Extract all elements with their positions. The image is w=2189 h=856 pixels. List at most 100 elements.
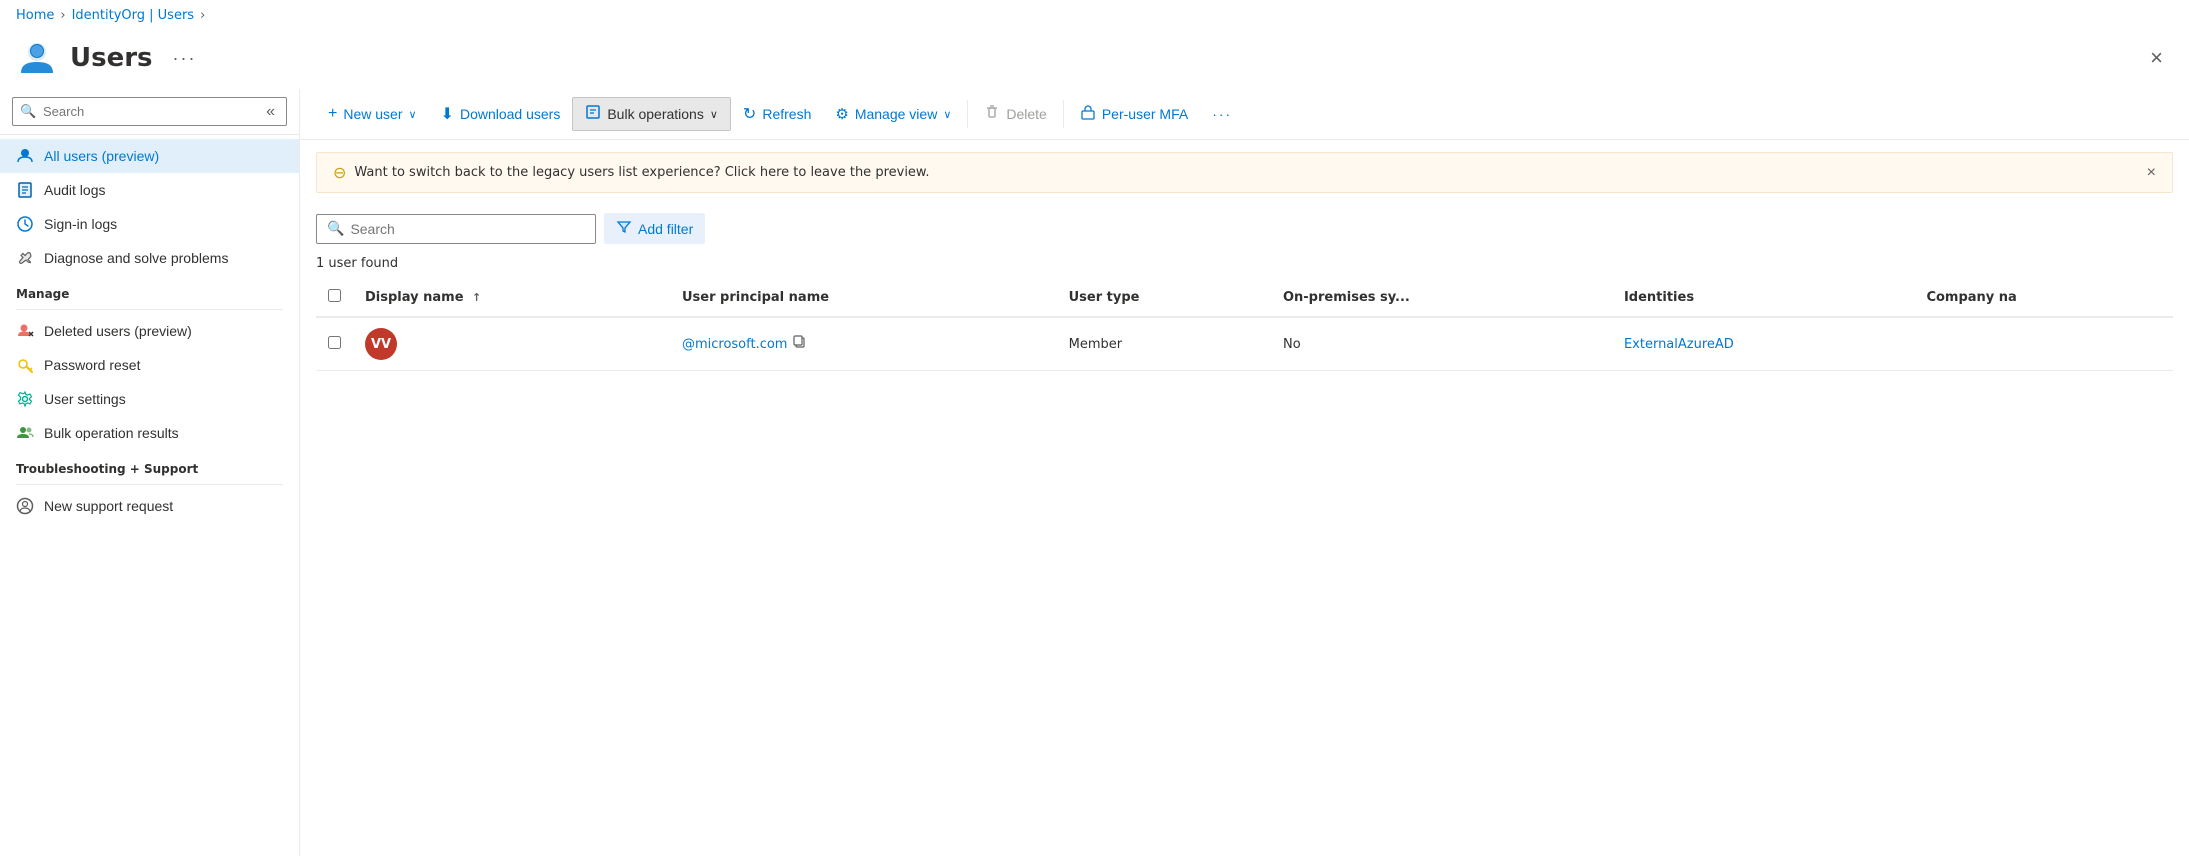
- refresh-circle-icon: [16, 215, 34, 233]
- sidebar-nav: All users (preview) Audit logs Sign-in l…: [0, 135, 299, 527]
- download-icon: ⬇: [441, 104, 454, 124]
- person-circle-icon: [16, 497, 34, 515]
- sidebar-item-deleted-users-label: Deleted users (preview): [44, 323, 192, 339]
- refresh-icon: ↻: [743, 104, 756, 124]
- toolbar-more-button[interactable]: ···: [1200, 100, 1244, 128]
- search-filter-row: 🔍 Add filter: [300, 205, 2189, 252]
- sidebar-item-sign-in-logs-label: Sign-in logs: [44, 216, 117, 232]
- result-count: 1 user found: [300, 252, 2189, 279]
- sidebar: 🔍 « All users (preview): [0, 89, 300, 856]
- bulk-ops-icon: [585, 104, 601, 124]
- table-row: VV @microsoft.com: [316, 317, 2173, 371]
- per-user-mfa-button[interactable]: Per-user MFA: [1068, 98, 1200, 130]
- sidebar-search-icon: 🔍: [20, 104, 36, 119]
- on-premises-cell: No: [1271, 317, 1612, 371]
- page-title: Users: [70, 43, 153, 73]
- toolbar-divider-2: [1063, 100, 1064, 128]
- breadcrumb: Home › IdentityOrg | Users ›: [0, 0, 2189, 31]
- identities-cell: ExternalAzureAD: [1612, 317, 1915, 371]
- manage-view-button[interactable]: ⚙ Manage view ∨: [823, 99, 963, 129]
- sidebar-divider-manage: [16, 309, 283, 310]
- sidebar-collapse-button[interactable]: «: [266, 103, 275, 121]
- banner: ⊖ Want to switch back to the legacy user…: [316, 152, 2173, 193]
- document-icon: [16, 181, 34, 199]
- refresh-button[interactable]: ↻ Refresh: [731, 98, 823, 130]
- wrench-icon: [16, 249, 34, 267]
- select-all-header: [316, 279, 353, 317]
- user-type-cell: Member: [1057, 317, 1271, 371]
- close-button[interactable]: ×: [2140, 41, 2173, 75]
- users-table: Display name ↑ User principal name User …: [316, 279, 2173, 371]
- manage-view-chevron-icon: ∨: [943, 108, 951, 121]
- plus-icon: +: [328, 105, 337, 123]
- display-name-cell: VV: [353, 317, 670, 371]
- breadcrumb-home[interactable]: Home: [16, 8, 54, 23]
- sidebar-item-password-reset-label: Password reset: [44, 357, 140, 373]
- settings-icon: [16, 390, 34, 408]
- upn-link[interactable]: @microsoft.com: [682, 337, 788, 352]
- col-user-type: User type: [1057, 279, 1271, 317]
- users-table-container: Display name ↑ User principal name User …: [300, 279, 2189, 856]
- sidebar-item-user-settings-label: User settings: [44, 391, 126, 407]
- gear-icon: ⚙: [835, 105, 848, 123]
- download-users-button[interactable]: ⬇ Download users: [429, 98, 573, 130]
- page-more-button[interactable]: ···: [165, 44, 205, 73]
- sidebar-item-bulk-results[interactable]: Bulk operation results: [0, 416, 299, 450]
- delete-icon: [984, 104, 1000, 124]
- col-upn: User principal name: [670, 279, 1057, 317]
- select-all-checkbox[interactable]: [328, 289, 341, 302]
- sidebar-search-input[interactable]: [12, 97, 287, 126]
- person-icon: [16, 147, 34, 165]
- breadcrumb-sep-2: ›: [200, 8, 205, 23]
- company-name-cell: [1914, 317, 2173, 371]
- sidebar-item-diagnose[interactable]: Diagnose and solve problems: [0, 241, 299, 275]
- sidebar-item-diagnose-label: Diagnose and solve problems: [44, 250, 228, 266]
- banner-warning-icon: ⊖: [333, 163, 346, 182]
- col-company-name: Company na: [1914, 279, 2173, 317]
- sidebar-item-sign-in-logs[interactable]: Sign-in logs: [0, 207, 299, 241]
- sidebar-item-user-settings[interactable]: User settings: [0, 382, 299, 416]
- avatar: VV: [365, 328, 397, 360]
- new-user-chevron-icon: ∨: [408, 108, 416, 121]
- sidebar-item-all-users[interactable]: All users (preview): [0, 139, 299, 173]
- breadcrumb-sep-1: ›: [60, 8, 65, 23]
- banner-text[interactable]: Want to switch back to the legacy users …: [354, 165, 929, 180]
- sidebar-item-all-users-label: All users (preview): [44, 148, 159, 164]
- mfa-icon: [1080, 104, 1096, 124]
- people-icon: [16, 424, 34, 442]
- row-checkbox[interactable]: [328, 336, 341, 349]
- sidebar-item-bulk-results-label: Bulk operation results: [44, 425, 179, 441]
- row-checkbox-cell: [316, 317, 353, 371]
- search-icon: 🔍: [327, 221, 344, 237]
- sidebar-divider-troubleshoot: [16, 484, 283, 485]
- sidebar-item-password-reset[interactable]: Password reset: [0, 348, 299, 382]
- delete-button[interactable]: Delete: [972, 98, 1058, 130]
- add-filter-button[interactable]: Add filter: [604, 213, 705, 244]
- breadcrumb-identity-org[interactable]: IdentityOrg | Users: [72, 8, 194, 23]
- content-area: + New user ∨ ⬇ Download users Bulk opera…: [300, 89, 2189, 856]
- page-icon: [16, 37, 58, 79]
- upn-cell: @microsoft.com: [670, 317, 1057, 371]
- toolbar-divider-1: [967, 100, 968, 128]
- troubleshoot-label: Troubleshooting + Support: [0, 450, 299, 480]
- filter-icon: [616, 219, 632, 238]
- bulk-ops-chevron-icon: ∨: [710, 108, 718, 121]
- sidebar-item-audit-logs-label: Audit logs: [44, 182, 105, 198]
- sidebar-item-new-support[interactable]: New support request: [0, 489, 299, 523]
- col-identities: Identities: [1612, 279, 1915, 317]
- bulk-operations-button[interactable]: Bulk operations ∨: [572, 97, 731, 131]
- manage-label: Manage: [0, 275, 299, 305]
- identities-link[interactable]: ExternalAzureAD: [1624, 337, 1734, 352]
- page-header: Users ··· ×: [0, 31, 2189, 89]
- sidebar-item-new-support-label: New support request: [44, 498, 173, 514]
- toolbar: + New user ∨ ⬇ Download users Bulk opera…: [300, 89, 2189, 140]
- sidebar-item-deleted-users[interactable]: Deleted users (preview): [0, 314, 299, 348]
- col-display-name: Display name ↑: [353, 279, 670, 317]
- new-user-button[interactable]: + New user ∨: [316, 99, 429, 129]
- sort-asc-icon: ↑: [472, 291, 481, 304]
- key-icon: [16, 356, 34, 374]
- copy-icon[interactable]: [793, 335, 807, 353]
- sidebar-item-audit-logs[interactable]: Audit logs: [0, 173, 299, 207]
- search-input[interactable]: [350, 221, 585, 237]
- banner-close-button[interactable]: ×: [2147, 164, 2156, 182]
